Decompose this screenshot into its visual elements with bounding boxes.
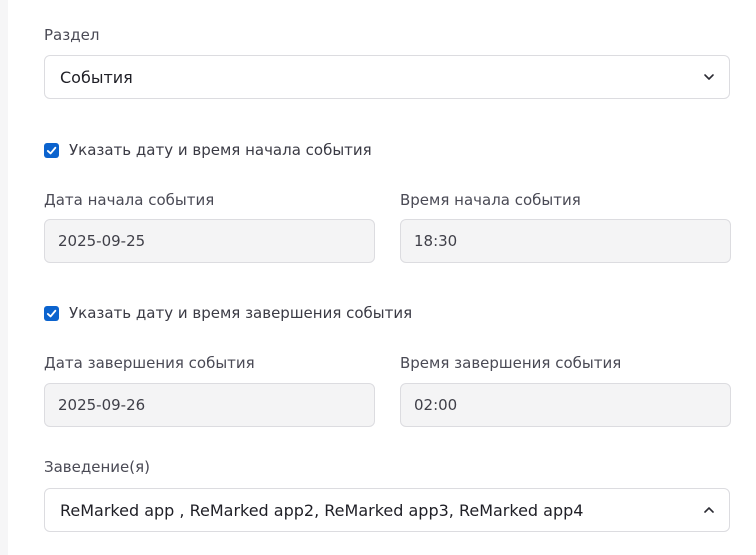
end-date-label: Дата завершения события	[44, 354, 255, 372]
left-panel-edge	[0, 0, 8, 555]
checkmark-icon	[46, 309, 57, 317]
venues-select-value: ReMarked app , ReMarked app2, ReMarked a…	[60, 500, 584, 520]
chevron-down-icon	[704, 74, 714, 80]
section-select[interactable]: События	[44, 55, 730, 99]
start-date-label: Дата начала события	[44, 191, 215, 209]
end-checkbox[interactable]	[44, 305, 59, 321]
start-checkbox[interactable]	[44, 142, 59, 158]
end-time-label: Время завершения события	[400, 354, 622, 372]
start-datetime-toggle[interactable]: Указать дату и время начала события	[44, 140, 372, 160]
end-date-input[interactable]: 2025-09-26	[44, 383, 375, 427]
start-checkbox-label: Указать дату и время начала события	[69, 141, 372, 159]
section-select-value: События	[60, 67, 133, 87]
chevron-up-icon	[704, 507, 714, 513]
section-label: Раздел	[44, 26, 100, 44]
end-datetime-toggle[interactable]: Указать дату и время завершения события	[44, 303, 412, 323]
venues-label: Заведение(я)	[44, 458, 150, 476]
end-time-value: 02:00	[414, 396, 458, 414]
venues-select[interactable]: ReMarked app , ReMarked app2, ReMarked a…	[44, 488, 730, 532]
end-checkbox-label: Указать дату и время завершения события	[69, 304, 413, 322]
end-date-value: 2025-09-26	[58, 396, 146, 414]
start-time-input[interactable]: 18:30	[400, 219, 731, 263]
start-time-label: Время начала события	[400, 191, 581, 209]
start-date-input[interactable]: 2025-09-25	[44, 219, 375, 263]
checkmark-icon	[46, 146, 57, 154]
start-time-value: 18:30	[414, 232, 458, 250]
event-form: Раздел События Указать дату и время нача…	[0, 0, 756, 555]
end-time-input[interactable]: 02:00	[400, 383, 731, 427]
start-date-value: 2025-09-25	[58, 232, 146, 250]
